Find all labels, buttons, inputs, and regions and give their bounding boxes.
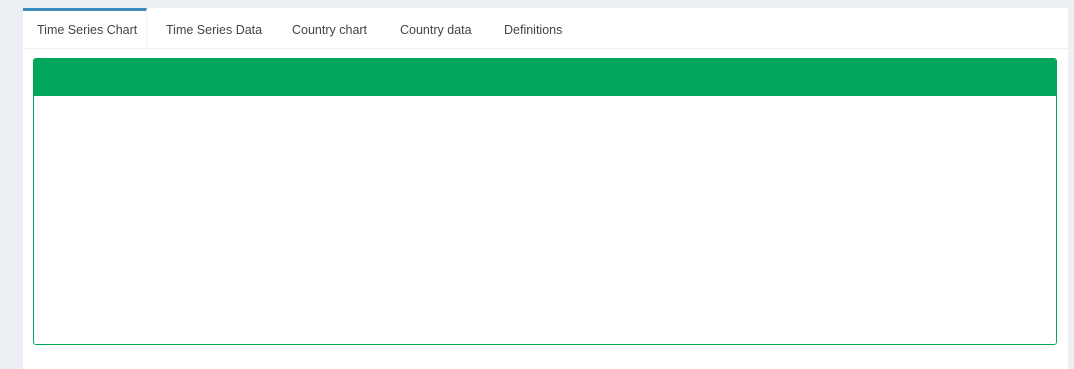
tab-label: Time Series Chart bbox=[37, 22, 138, 37]
tab-panel: Time Series Chart Time Series Data Count… bbox=[23, 8, 1068, 369]
tab-label: Definitions bbox=[504, 22, 563, 37]
chart-box bbox=[33, 58, 1057, 345]
tab-definitions[interactable]: Definitions bbox=[490, 8, 590, 48]
tab-bar: Time Series Chart Time Series Data Count… bbox=[23, 8, 1068, 49]
page: Time Series Chart Time Series Data Count… bbox=[0, 0, 1074, 369]
tab-country-chart[interactable]: Country chart bbox=[278, 8, 386, 48]
tab-time-series-data[interactable]: Time Series Data bbox=[147, 8, 278, 48]
tab-label: Country chart bbox=[292, 22, 368, 37]
chart-box-body bbox=[34, 96, 1056, 344]
tab-label: Time Series Data bbox=[166, 22, 263, 37]
chart-box-header bbox=[34, 59, 1056, 96]
tab-label: Country data bbox=[400, 22, 472, 37]
tab-country-data[interactable]: Country data bbox=[386, 8, 490, 48]
tab-time-series-chart[interactable]: Time Series Chart bbox=[23, 8, 147, 48]
